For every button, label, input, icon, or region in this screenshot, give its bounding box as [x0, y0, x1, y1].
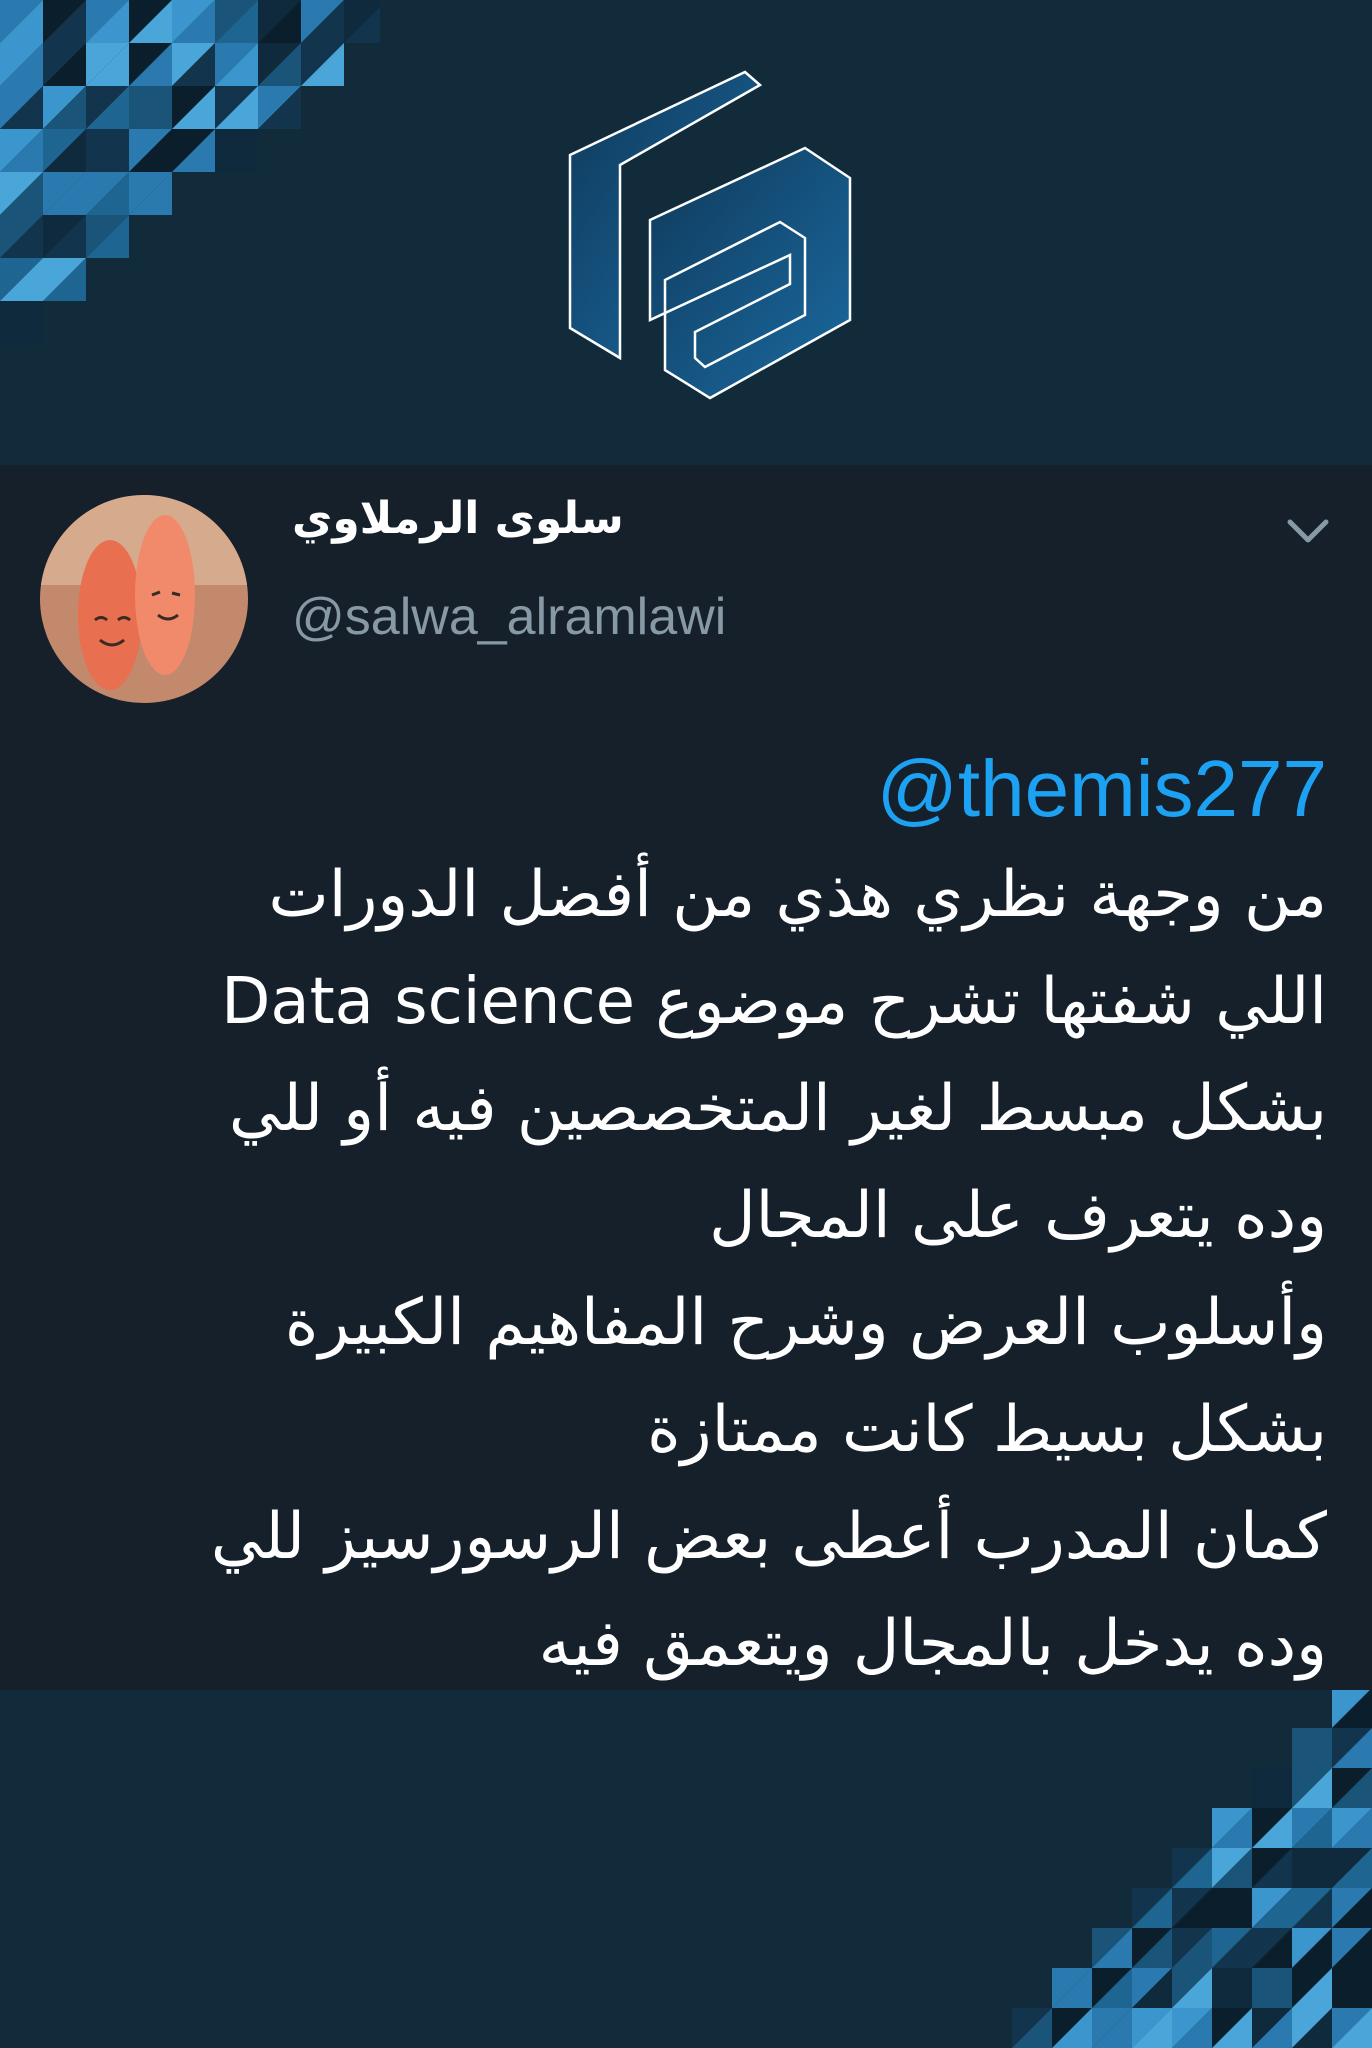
corner-pattern-top-left: [0, 0, 380, 344]
avatar[interactable]: [40, 495, 248, 703]
mention-link[interactable]: @themis277: [50, 735, 1327, 842]
tweet-line: وده يتعرف على المجال: [709, 1179, 1327, 1253]
tweet-line: وأسلوب العرض وشرح المفاهيم الكبيرة: [284, 1286, 1327, 1360]
chevron-down-icon[interactable]: [1282, 505, 1334, 557]
tweet-line: بشكل مبسط لغير المتخصصين فيه أو للي: [228, 1072, 1327, 1146]
tweet-card[interactable]: سلوى الرملاوي @salwa_alramlawi @themis27…: [0, 465, 1372, 1690]
tweet-line: كمان المدرب أعطى بعض الرسورسيز للي: [210, 1500, 1327, 1574]
display-name[interactable]: سلوى الرملاوي: [292, 493, 732, 544]
tweet-line: اللي شفتها تشرح موضوع Data science: [221, 965, 1327, 1039]
tweet-line: بشكل بسيط كانت ممتازة: [647, 1393, 1327, 1467]
corner-pattern-bottom-right: [1012, 1688, 1372, 2048]
avatar-image: [40, 495, 248, 703]
tweet-line: وده يدخل بالمجال ويتعمق فيه: [538, 1607, 1327, 1681]
user-handle[interactable]: @salwa_alramlawi: [292, 587, 726, 647]
tweet-line: من وجهة نظري هذي من أفضل الدورات: [268, 858, 1327, 932]
tweet-text: @themis277 من وجهة نظري هذي من أفضل الدو…: [50, 735, 1327, 1698]
brand-logo: [568, 70, 852, 400]
